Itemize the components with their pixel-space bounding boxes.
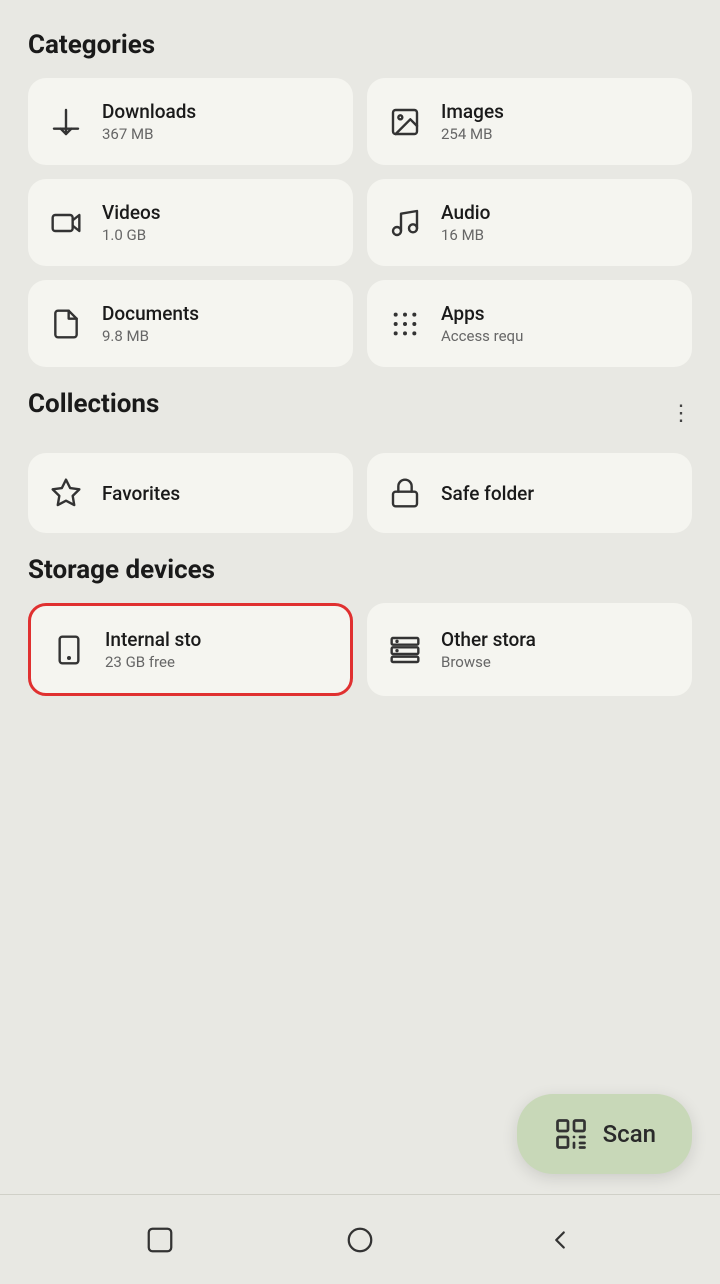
videos-label: Videos xyxy=(102,201,161,224)
other-storage-text: Other stora Browse xyxy=(441,628,536,671)
more-options-icon[interactable]: ⋮ xyxy=(670,401,692,426)
storage-grid: Internal sto 23 GB free xyxy=(28,603,692,696)
downloads-text: Downloads 367 MB xyxy=(102,100,196,143)
nav-back-icon[interactable] xyxy=(538,1218,582,1262)
document-icon xyxy=(48,306,84,342)
category-card-images[interactable]: Images 254 MB xyxy=(367,78,692,165)
scan-icon xyxy=(553,1116,589,1152)
internal-storage-sub: 23 GB free xyxy=(105,653,201,671)
collections-header: Collections ⋮ xyxy=(28,389,692,437)
collection-card-favorites[interactable]: Favorites xyxy=(28,453,353,533)
categories-section: Categories Downloads 367 MB xyxy=(28,30,692,367)
scan-label: Scan xyxy=(603,1120,656,1148)
scan-fab[interactable]: Scan xyxy=(517,1094,692,1174)
other-storage-label: Other stora xyxy=(441,628,536,651)
image-icon xyxy=(387,104,423,140)
apps-label: Apps xyxy=(441,302,523,325)
collection-card-safe-folder[interactable]: Safe folder xyxy=(367,453,692,533)
downloads-label: Downloads xyxy=(102,100,196,123)
collections-section: Collections ⋮ Favorites xyxy=(28,389,692,533)
nav-home-icon[interactable] xyxy=(338,1218,382,1262)
audio-size: 16 MB xyxy=(441,226,490,244)
safe-folder-label: Safe folder xyxy=(441,482,534,505)
categories-grid-row3: Documents 9.8 MB xyxy=(28,280,692,367)
file-manager-screen: Categories Downloads 367 MB xyxy=(0,0,720,1284)
documents-text: Documents 9.8 MB xyxy=(102,302,199,345)
collections-title: Collections xyxy=(28,389,159,419)
categories-title: Categories xyxy=(28,30,692,60)
documents-size: 9.8 MB xyxy=(102,327,199,345)
internal-storage-label: Internal sto xyxy=(105,628,201,651)
safe-folder-text: Safe folder xyxy=(441,482,534,505)
phone-icon xyxy=(51,632,87,668)
category-card-documents[interactable]: Documents 9.8 MB xyxy=(28,280,353,367)
category-card-downloads[interactable]: Downloads 367 MB xyxy=(28,78,353,165)
videos-size: 1.0 GB xyxy=(102,226,161,244)
audio-icon xyxy=(387,205,423,241)
content-area: Categories Downloads 367 MB xyxy=(0,0,720,1194)
collections-grid: Favorites Safe folder xyxy=(28,453,692,533)
storage-devices-section: Storage devices Internal sto 23 GB free xyxy=(28,555,692,696)
apps-access: Access requ xyxy=(441,327,523,345)
images-text: Images 254 MB xyxy=(441,100,504,143)
lock-icon xyxy=(387,475,423,511)
favorites-text: Favorites xyxy=(102,482,180,505)
star-icon xyxy=(48,475,84,511)
navigation-bar xyxy=(0,1194,720,1284)
category-card-audio[interactable]: Audio 16 MB xyxy=(367,179,692,266)
category-card-apps[interactable]: Apps Access requ xyxy=(367,280,692,367)
videos-text: Videos 1.0 GB xyxy=(102,201,161,244)
other-storage-sub: Browse xyxy=(441,653,536,671)
images-label: Images xyxy=(441,100,504,123)
documents-label: Documents xyxy=(102,302,199,325)
server-icon xyxy=(387,632,423,668)
favorites-label: Favorites xyxy=(102,482,180,505)
categories-grid-row2: Videos 1.0 GB Audio 16 xyxy=(28,179,692,266)
download-icon xyxy=(48,104,84,140)
storage-devices-title: Storage devices xyxy=(28,555,692,585)
internal-storage-text: Internal sto 23 GB free xyxy=(105,628,201,671)
video-icon xyxy=(48,205,84,241)
category-card-videos[interactable]: Videos 1.0 GB xyxy=(28,179,353,266)
audio-label: Audio xyxy=(441,201,490,224)
storage-card-internal[interactable]: Internal sto 23 GB free xyxy=(28,603,353,696)
audio-text: Audio 16 MB xyxy=(441,201,490,244)
apps-text: Apps Access requ xyxy=(441,302,523,345)
apps-icon xyxy=(387,306,423,342)
images-size: 254 MB xyxy=(441,125,504,143)
categories-grid-row1: Downloads 367 MB Images xyxy=(28,78,692,165)
storage-card-other[interactable]: Other stora Browse xyxy=(367,603,692,696)
downloads-size: 367 MB xyxy=(102,125,196,143)
nav-square-icon[interactable] xyxy=(138,1218,182,1262)
